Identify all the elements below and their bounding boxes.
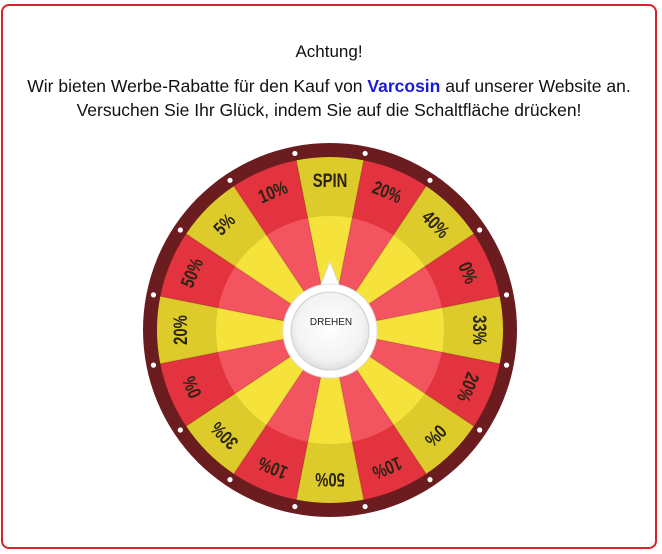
segment-label: 50% <box>315 469 345 490</box>
rim-dot <box>477 427 483 433</box>
rim-dot <box>177 427 183 433</box>
promo-text-line-1: Wir bieten Werbe-Rabatte für den Kauf vo… <box>3 76 655 97</box>
segment-label: 20% <box>170 315 191 345</box>
segment-label: 33% <box>469 315 490 345</box>
rim-dot <box>427 477 433 483</box>
rim-dot <box>227 177 233 183</box>
promo-text-after: auf unserer Website an. <box>440 76 631 96</box>
rim-dot <box>362 503 368 510</box>
rim-dot <box>427 177 433 183</box>
spin-button-label: DREHEN <box>309 317 353 328</box>
promo-text-line-2: Versuchen Sie Ihr Glück, indem Sie auf d… <box>76 100 582 120</box>
rim-dot <box>177 227 183 233</box>
rim-dot <box>292 150 298 157</box>
promo-text-before: Wir bieten Werbe-Rabatte für den Kauf vo… <box>27 76 368 96</box>
rim-dot <box>503 292 510 298</box>
brand-name: Varcosin <box>367 76 441 96</box>
rim-dot <box>292 503 298 510</box>
rim-dot <box>227 477 233 483</box>
rim-dot <box>362 150 368 157</box>
modal-title: Achtung! <box>295 42 363 61</box>
rim-dot <box>503 362 510 368</box>
rim-dot <box>477 227 483 233</box>
rim-dot <box>150 362 157 368</box>
segment-label: SPIN <box>313 170 348 191</box>
rim-dot <box>150 292 157 298</box>
spin-button[interactable]: DREHEN <box>284 283 378 369</box>
